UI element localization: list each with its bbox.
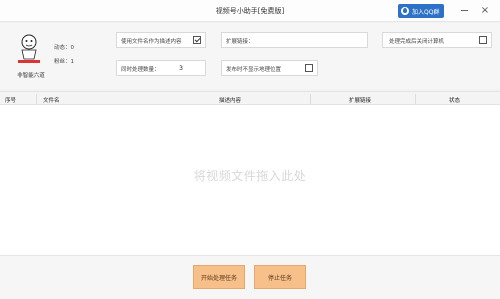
hide-location-option[interactable]: 发布时不显示地理位置 [221,60,318,76]
title-bar: 视频号小助手[免费版] 加入QQ群 × [0,0,500,22]
concurrent-label: 同时处理数量： [121,67,160,73]
shutdown-option[interactable]: 处理完成后关闭计算机 [382,32,492,48]
column-header-filename[interactable]: 文件名 [43,96,60,104]
ext-link-label: 扩展链接： [226,39,254,45]
hide-location-checkbox[interactable] [305,64,313,72]
column-header-description[interactable]: 描述内容 [219,96,241,104]
close-icon[interactable]: × [478,4,492,18]
start-task-button[interactable]: 开始处理任务 [193,265,245,289]
column-header-ext-link[interactable]: 扩展链接 [349,96,371,104]
author-name: 非智能六道 [17,73,45,79]
file-drop-zone[interactable]: 将视频文件拖入此处 [0,105,500,255]
settings-panel: 非智能六道 动态：0 粉丝：1 使用文件名作为描述内容 扩展链接： 处理完成后关… [0,23,500,89]
column-header-index[interactable]: 序号 [5,96,16,104]
join-qq-group-label: 加入QQ群 [412,8,440,16]
use-filename-option[interactable]: 使用文件名作为描述内容 [116,32,206,48]
use-filename-checkbox[interactable] [193,36,201,44]
stop-task-button[interactable]: 停止任务 [254,265,306,289]
hide-location-label: 发布时不显示地理位置 [226,67,282,73]
column-divider[interactable] [36,94,37,104]
drop-hint: 将视频文件拖入此处 [193,169,307,183]
minimize-icon[interactable] [461,10,468,11]
stat-fans: 粉丝：1 [54,59,74,65]
concurrent-field[interactable]: 同时处理数量： 3 [116,60,206,76]
avatar [18,34,40,63]
column-divider[interactable] [415,94,416,104]
use-filename-label: 使用文件名作为描述内容 [121,39,182,45]
shutdown-checkbox[interactable] [479,36,487,44]
task-table-header: 序号 文件名 描述内容 扩展链接 状态 [0,91,500,105]
qq-icon [401,7,409,15]
column-divider[interactable] [310,94,311,104]
shutdown-label: 处理完成后关闭计算机 [389,39,445,45]
column-header-status[interactable]: 状态 [449,96,460,104]
stat-dynamic: 动态：0 [54,45,74,51]
join-qq-group-button[interactable]: 加入QQ群 [398,4,444,18]
action-bar: 开始处理任务 停止任务 [0,255,500,299]
ext-link-field[interactable]: 扩展链接： [221,32,368,48]
concurrent-input[interactable]: 3 [179,65,183,72]
